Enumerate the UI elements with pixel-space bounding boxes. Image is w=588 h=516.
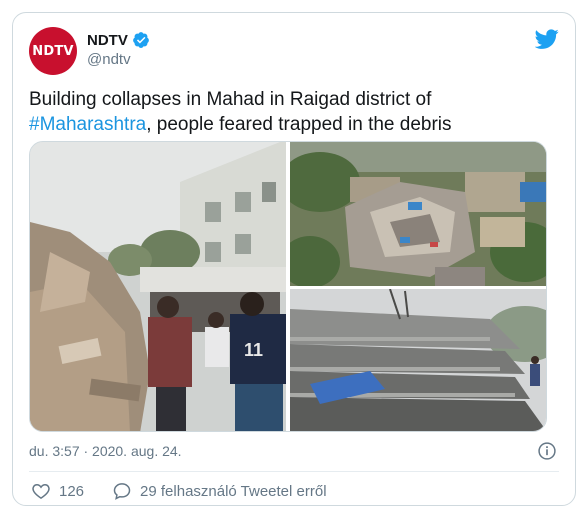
media-grid: 11 [29, 141, 547, 432]
verified-badge-icon [132, 32, 149, 48]
action-bar: 126 29 felhasználó Tweetel erről [31, 481, 355, 501]
heart-icon [32, 483, 50, 499]
author-name-row[interactable]: NDTV [87, 31, 150, 49]
hashtag-link[interactable]: #Maharashtra [29, 114, 146, 135]
tweet-text: Building collapses in Mahad in Raigad di… [29, 87, 559, 137]
svg-text:11: 11 [244, 340, 263, 360]
reply-count-button[interactable]: 29 felhasználó Tweetel erről [112, 481, 327, 501]
avatar-logo-text: NDTV [32, 43, 74, 59]
twitter-bird-icon[interactable] [535, 27, 559, 51]
user-handle[interactable]: @ndtv [87, 51, 131, 68]
avatar[interactable]: NDTV [29, 27, 77, 75]
tweet-timestamp[interactable]: du. 3:57 · 2020. aug. 24. [29, 443, 182, 459]
reply-label: 29 felhasználó Tweetel erről [140, 482, 327, 500]
like-button[interactable]: 126 [31, 481, 84, 501]
info-icon[interactable] [537, 441, 557, 461]
tweet-text-part1: Building collapses in Mahad in Raigad di… [29, 89, 432, 110]
media-photo-2[interactable] [290, 142, 546, 286]
tweet-text-part2: , people feared trapped in the debris [146, 114, 452, 135]
chat-bubble-icon [113, 483, 131, 500]
media-photo-1[interactable]: 11 [30, 142, 286, 431]
like-count: 126 [59, 482, 85, 500]
display-name[interactable]: NDTV [87, 32, 128, 49]
divider [29, 471, 559, 472]
media-photo-3[interactable] [290, 289, 546, 431]
tweet-card: NDTV NDTV @ndtv Building collapses in Ma… [12, 12, 576, 506]
